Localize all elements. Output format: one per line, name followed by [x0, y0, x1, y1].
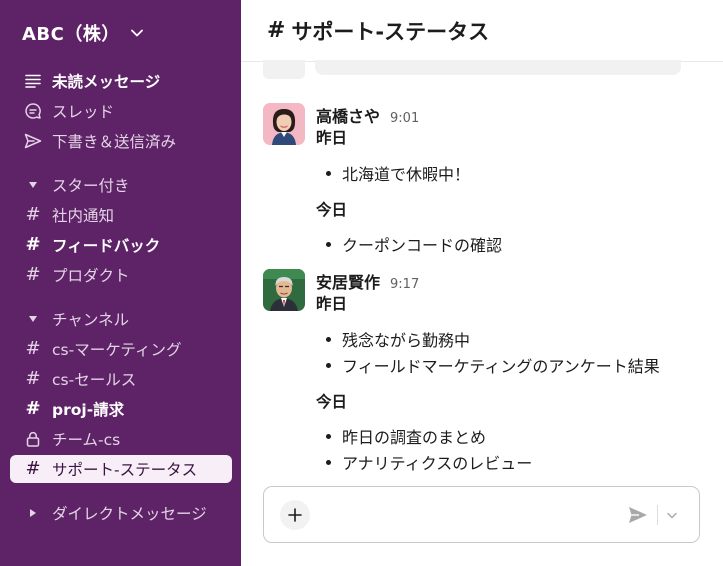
channel-title[interactable]: # サポート-ステータス — [267, 16, 489, 46]
section-direct-messages[interactable]: ダイレクトメッセージ — [24, 501, 207, 525]
workspace-switcher[interactable]: ABC（株） — [22, 20, 144, 46]
send-icon — [24, 132, 42, 150]
section-channels[interactable]: チャンネル — [24, 307, 129, 331]
list-item: 昨日の調査のまとめ — [326, 423, 706, 449]
hash-icon: # — [25, 338, 41, 359]
hash-icon: # — [25, 234, 41, 255]
sidebar-item-label: proj-請求 — [52, 401, 125, 419]
hash-icon: # — [25, 398, 41, 419]
day-heading: 今日 — [316, 201, 348, 219]
sidebar-item-label: プロダクト — [52, 267, 130, 285]
hash-icon: # — [25, 458, 41, 479]
day-heading: 昨日 — [316, 129, 348, 147]
bullet-list: 北海道で休暇中！ — [316, 160, 706, 186]
sidebar-item-drafts-sent[interactable]: 下書き＆送信済み — [10, 127, 232, 155]
sidebar-item-label: チーム-cs — [52, 431, 121, 449]
sidebar-item-label: 未読メッセージ — [52, 73, 161, 91]
message-timestamp[interactable]: 9:01 — [390, 111, 419, 126]
sidebar-item-label: スレッド — [52, 103, 115, 121]
section-label: チャンネル — [52, 311, 130, 329]
attach-button[interactable] — [280, 500, 310, 530]
message-composer — [263, 486, 700, 543]
day-heading: 今日 — [316, 393, 348, 411]
bullet-list: クーポンコードの確認 — [316, 231, 706, 257]
section-starred[interactable]: スター付き — [24, 173, 130, 197]
sidebar-item-label: 下書き＆送信済み — [52, 133, 177, 151]
sidebar-channel-team-cs[interactable]: チーム-cs — [10, 425, 232, 453]
day-heading: 昨日 — [316, 295, 348, 313]
truncated-message-avatar — [263, 60, 305, 79]
sidebar-channel-feedback[interactable]: # フィードバック — [10, 231, 232, 259]
channel-view: # サポート-ステータス 高橋さや 9:01 昨日 北海道で休暇中！ 今日 クー… — [241, 0, 723, 566]
bullet-list: 昨日の調査のまとめ アナリティクスのレビュー — [316, 423, 706, 475]
chevron-down-icon — [667, 512, 677, 518]
send-icon — [629, 507, 647, 523]
caret-down-icon — [24, 315, 42, 323]
list-item: アナリティクスのレビュー — [326, 449, 706, 475]
list-item: 北海道で休暇中！ — [326, 160, 706, 186]
sidebar-channel-support-status[interactable]: # サポート-ステータス — [10, 455, 232, 483]
channel-name: サポート-ステータス — [291, 19, 490, 44]
list-item: フィールドマーケティングのアンケート結果 — [326, 352, 706, 378]
sidebar-channel-cs-marketing[interactable]: # cs-マーケティング — [10, 335, 232, 363]
send-options-button[interactable] — [663, 505, 681, 525]
section-label: ダイレクトメッセージ — [52, 505, 207, 523]
channel-header: # サポート-ステータス — [241, 0, 723, 62]
chevron-down-icon — [130, 26, 144, 40]
bullet-list: 残念ながら勤務中 フィールドマーケティングのアンケート結果 — [316, 326, 706, 378]
hash-icon: # — [25, 264, 41, 285]
avatar[interactable] — [263, 103, 305, 145]
unreads-icon — [24, 72, 42, 90]
sidebar: ABC（株） 未読メッセージ スレッド 下書き＆送信済み スター付き # 社内通… — [0, 0, 241, 566]
workspace-name: ABC（株） — [22, 24, 120, 45]
plus-icon — [288, 508, 302, 522]
section-label: スター付き — [52, 177, 130, 195]
hash-icon: # — [267, 18, 286, 43]
message-input[interactable] — [322, 501, 612, 529]
divider — [657, 505, 658, 525]
caret-down-icon — [24, 181, 42, 189]
hash-icon: # — [25, 204, 41, 225]
sidebar-item-unreads[interactable]: 未読メッセージ — [10, 67, 232, 95]
truncated-message-text — [315, 60, 681, 75]
lock-icon — [24, 430, 42, 448]
caret-right-icon — [24, 508, 42, 518]
avatar[interactable] — [263, 269, 305, 311]
sidebar-item-label: cs-マーケティング — [52, 341, 182, 359]
sidebar-channel-product[interactable]: # プロダクト — [10, 261, 232, 289]
list-item: クーポンコードの確認 — [326, 231, 706, 257]
message-author[interactable]: 高橋さや — [316, 103, 380, 127]
sidebar-channel-proj-billing[interactable]: # proj-請求 — [10, 395, 232, 423]
message-timestamp[interactable]: 9:17 — [390, 277, 419, 292]
sidebar-item-threads[interactable]: スレッド — [10, 97, 232, 125]
sidebar-item-label: 社内通知 — [52, 207, 115, 225]
message-author[interactable]: 安居賢作 — [316, 269, 380, 293]
sidebar-channel-announcements[interactable]: # 社内通知 — [10, 201, 232, 229]
sidebar-item-label: サポート-ステータス — [52, 461, 198, 479]
send-button[interactable] — [626, 503, 650, 527]
threads-icon — [24, 102, 42, 120]
sidebar-item-label: cs-セールス — [52, 371, 137, 389]
sidebar-item-label: フィードバック — [52, 237, 161, 255]
list-item: 残念ながら勤務中 — [326, 326, 706, 352]
sidebar-channel-cs-sales[interactable]: # cs-セールス — [10, 365, 232, 393]
hash-icon: # — [25, 368, 41, 389]
